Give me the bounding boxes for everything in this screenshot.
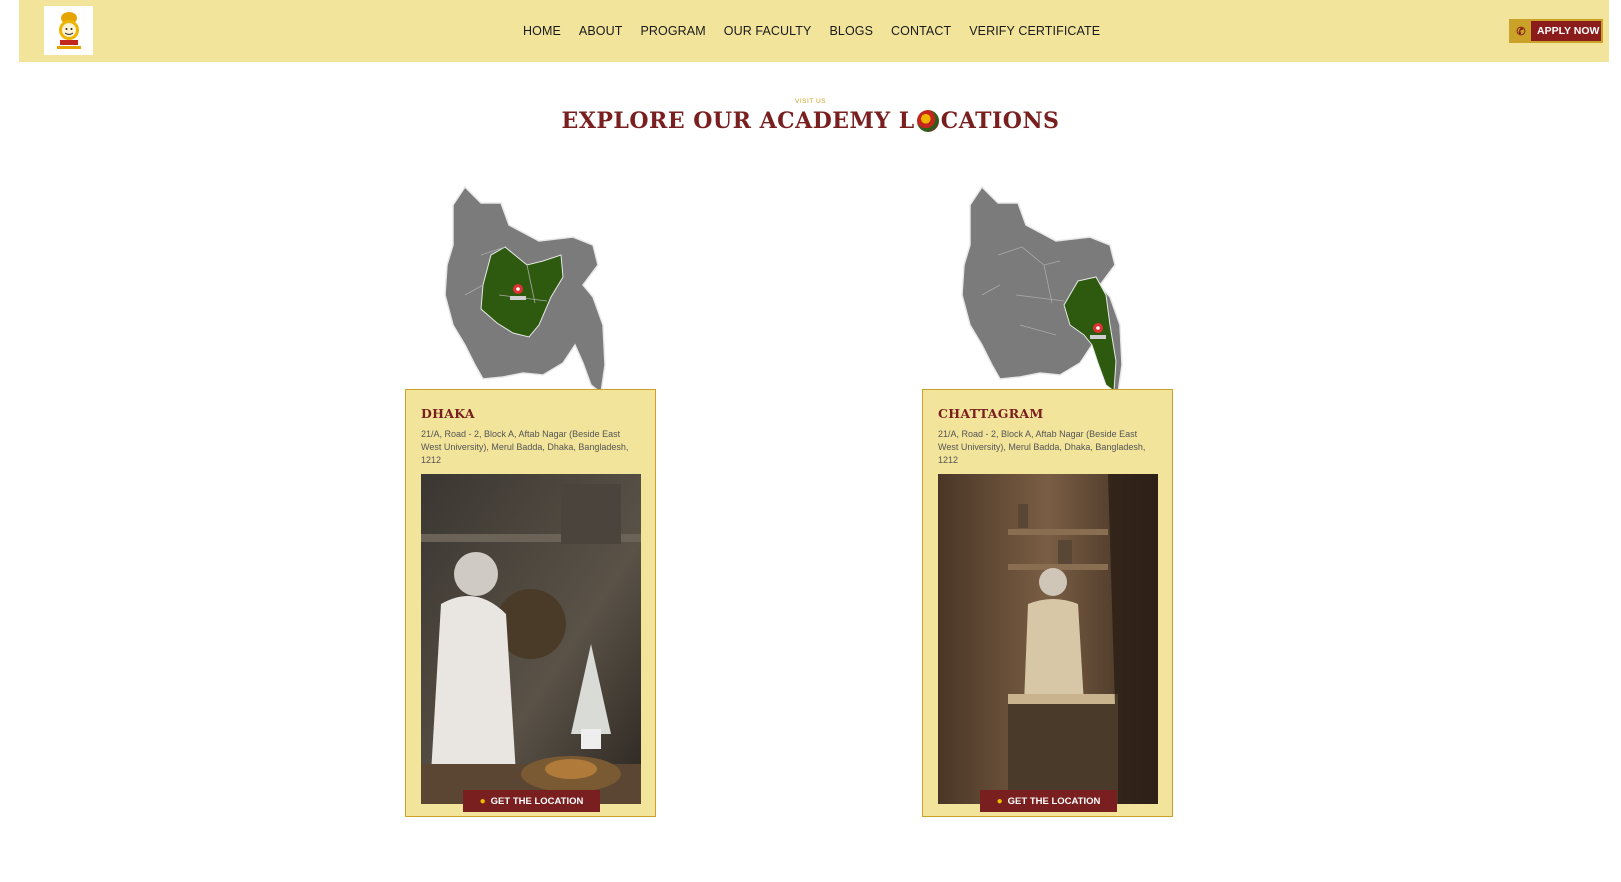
bangladesh-map-chattagram-icon [961,185,1123,395]
section-title: EXPLORE OUR ACADEMY L CATIONS [0,108,1621,134]
nav-contact[interactable]: CONTACT [891,24,951,38]
location-photo-dhaka [421,474,641,804]
location-address: 21/A, Road - 2, Block A, Aftab Nagar (Be… [938,429,1146,465]
nav-program[interactable]: PROGRAM [640,24,705,38]
location-card-dhaka: DHAKA 21/A, Road - 2, Block A, Aftab Nag… [405,389,656,817]
section-title-part-2: CATIONS [940,108,1060,134]
bangladesh-map-dhaka-icon [444,185,606,395]
nav-about[interactable]: ABOUT [579,24,623,38]
nav-home[interactable]: HOME [523,24,561,38]
logo[interactable] [44,6,93,55]
kitchen-photo-chattagram [938,474,1158,804]
chef-logo-icon [56,11,81,49]
nav-our-faculty[interactable]: OUR FACULTY [724,24,812,38]
location-photo-chattagram [938,474,1158,804]
get-location-button[interactable]: ● GET THE LOCATION [463,790,600,812]
phone-icon: ✆ [1511,21,1531,41]
section-title-part-1: EXPLORE OUR ACADEMY L [561,108,915,134]
kitchen-photo-dhaka [421,474,641,804]
nav-blogs[interactable]: BLOGS [829,24,873,38]
site-header: HOME ABOUT PROGRAM OUR FACULTY BLOGS CON… [19,0,1609,62]
location-city: CHATTAGRAM [938,406,1044,421]
get-location-label: GET THE LOCATION [1007,795,1101,807]
get-location-label: GET THE LOCATION [490,795,584,807]
apply-now-label: APPLY NOW [1537,25,1600,37]
main-nav: HOME ABOUT PROGRAM OUR FACULTY BLOGS CON… [523,0,1118,62]
apply-now-button[interactable]: ✆ APPLY NOW [1509,19,1603,43]
nav-verify-certificate[interactable]: VERIFY CERTIFICATE [969,24,1100,38]
location-address: 21/A, Road - 2, Block A, Aftab Nagar (Be… [421,429,629,465]
section-eyebrow: VISIT US [795,98,826,105]
get-location-button[interactable]: ● GET THE LOCATION [980,790,1117,812]
globe-icon [916,110,939,132]
map-pin-icon: ● [479,795,486,807]
map-pin-icon: ● [996,795,1003,807]
location-card-chattagram: CHATTAGRAM 21/A, Road - 2, Block A, Afta… [922,389,1173,817]
location-city: DHAKA [421,406,475,421]
